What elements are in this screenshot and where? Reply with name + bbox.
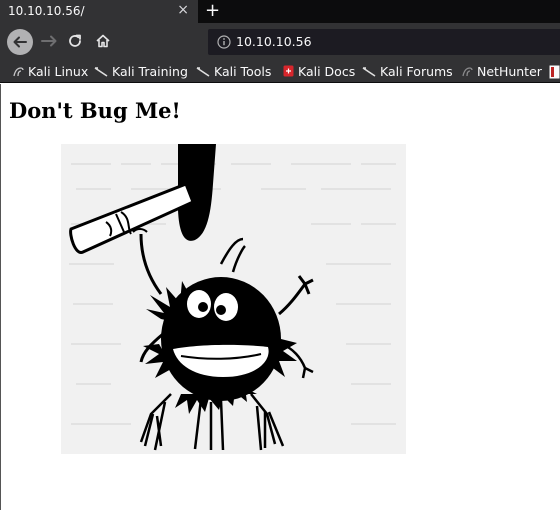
reload-button[interactable]: [67, 33, 83, 49]
navigation-bar: 10.10.10.56: [0, 23, 560, 61]
bookmark-label: Kali Docs: [298, 64, 356, 79]
kali-dragon-icon: [94, 67, 108, 77]
nethunter-icon: [462, 67, 473, 77]
kali-docs-icon: [283, 65, 294, 77]
page-heading: Don't Bug Me!: [9, 98, 181, 123]
bug-image: [61, 144, 406, 454]
url-text[interactable]: 10.10.10.56: [236, 34, 312, 49]
forward-button[interactable]: [40, 32, 58, 50]
bookmark-kali-training[interactable]: Kali Training: [94, 64, 188, 79]
home-button[interactable]: [95, 33, 111, 49]
bookmark-nethunter[interactable]: NetHunter: [462, 64, 542, 79]
address-bar[interactable]: 10.10.10.56: [208, 29, 560, 55]
bookmark-label: Kali Tools: [214, 64, 272, 79]
tab-title: 10.10.10.56/: [8, 4, 85, 18]
tab-strip: 10.10.10.56/ × +: [0, 0, 560, 23]
new-tab-button[interactable]: +: [205, 0, 220, 22]
tab-close-button[interactable]: ×: [177, 2, 189, 18]
bookmark-label: NetHunter: [477, 64, 542, 79]
back-arrow-icon: [13, 36, 27, 48]
bookmark-kali-linux[interactable]: Kali Linux: [13, 64, 88, 79]
bookmark-kali-docs[interactable]: Kali Docs: [283, 64, 355, 79]
back-button[interactable]: [7, 29, 33, 55]
info-icon[interactable]: [217, 35, 231, 49]
bookmark-kali-forums[interactable]: Kali Forums: [362, 64, 453, 79]
kali-dragon-icon: [13, 67, 24, 77]
bookmark-label: Kali Training: [112, 64, 188, 79]
kali-dragon-icon: [196, 67, 210, 77]
bookmark-overflow-icon[interactable]: [549, 65, 560, 79]
bookmark-kali-tools[interactable]: Kali Tools: [196, 64, 271, 79]
kali-dragon-icon: [362, 67, 376, 77]
bookmark-label: Kali Forums: [380, 64, 453, 79]
active-tab[interactable]: 10.10.10.56/ ×: [0, 0, 198, 23]
bookmark-label: Kali Linux: [28, 64, 89, 79]
page-content: Don't Bug Me!: [0, 84, 560, 510]
bookmarks-toolbar: Kali Linux Kali Training Kali Tools Kali…: [0, 61, 560, 83]
